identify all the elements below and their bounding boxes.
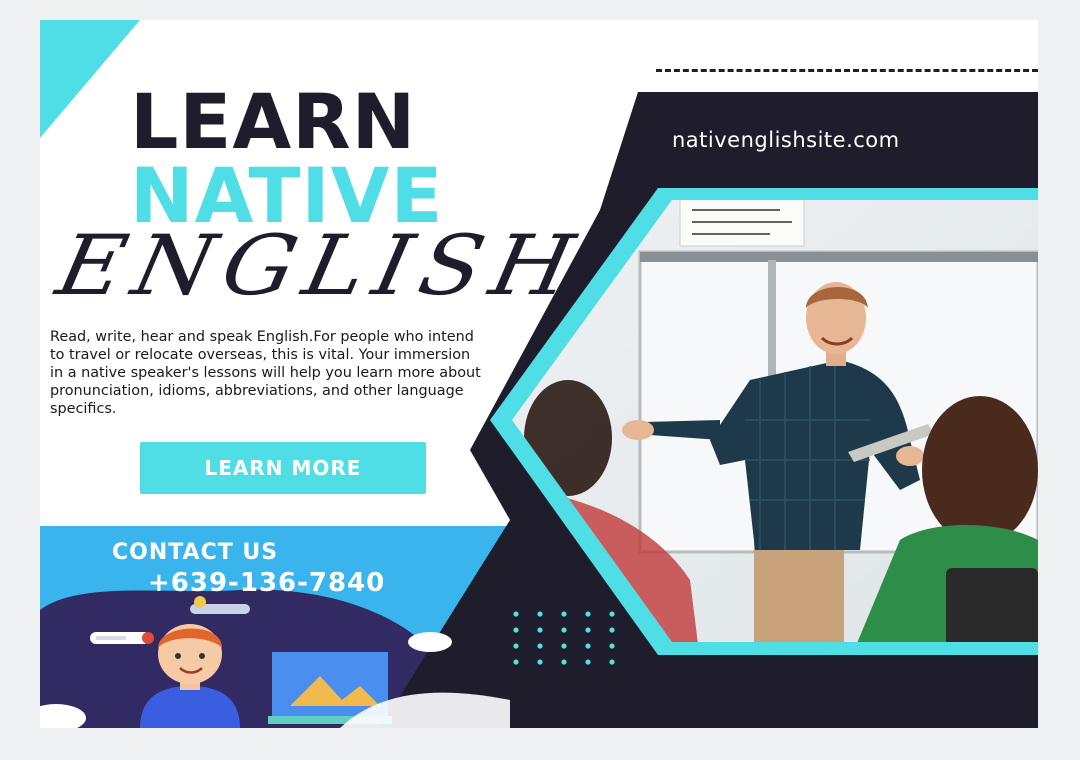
website-link[interactable]: nativenglishsite.com: [672, 128, 900, 152]
dashed-divider: [656, 69, 1038, 72]
contact-phone[interactable]: +639-136-7840: [148, 568, 385, 598]
boy-illustration: [40, 596, 510, 728]
advertisement-banner: LEARN NATIVE ENGLISH Read, write, hear a…: [40, 20, 1038, 728]
headline-learn: LEARN: [130, 77, 417, 166]
dot-grid-icon: [513, 611, 615, 665]
contact-title: CONTACT US: [112, 540, 279, 565]
description-text: Read, write, hear and speak English.For …: [50, 329, 481, 417]
learn-more-button[interactable]: LEARN MORE: [140, 442, 426, 494]
headline-english-script: ENGLISH: [49, 217, 592, 315]
